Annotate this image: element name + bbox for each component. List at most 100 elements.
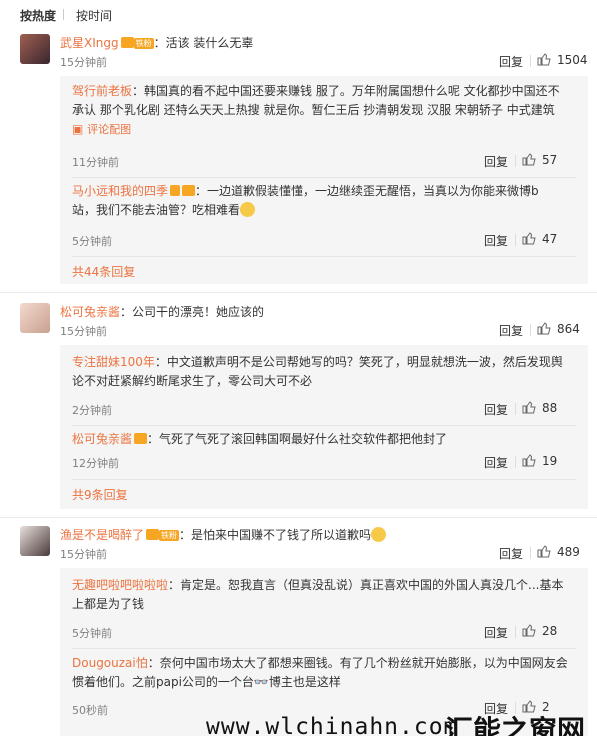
reply-item: 驾行前老板：韩国真的看不起中国还要来赚钱 服了。万年附属国想什么呢 文化都抄中国… bbox=[72, 82, 572, 139]
reply-button[interactable]: 回复 bbox=[484, 232, 508, 249]
image-icon: ▣ bbox=[72, 122, 88, 136]
reply-text: ：气死了气死了滚回韩国啊最好什么社交软件都把他封了 bbox=[147, 432, 448, 446]
avatar[interactable] bbox=[20, 34, 50, 64]
reply-item: 松可兔亲酱 ：气死了气死了滚回韩国啊最好什么社交软件都把他封了 bbox=[72, 430, 572, 449]
reply-separator bbox=[72, 479, 576, 480]
reply-time: 50秒前 bbox=[72, 704, 108, 717]
comment-text: ：是怕来中国赚不了钱了所以道歉吗 bbox=[179, 528, 372, 542]
reply-box: 驾行前老板：韩国真的看不起中国还要来赚钱 服了。万年附属国想什么呢 文化都抄中国… bbox=[60, 76, 588, 284]
thumb-up-icon bbox=[537, 53, 551, 66]
reply-username[interactable]: 马小远和我的四季 bbox=[72, 184, 168, 198]
vip-icon bbox=[182, 185, 196, 196]
comment-separator bbox=[0, 292, 597, 293]
vip-icon bbox=[120, 37, 134, 48]
image-link[interactable]: 评论配图 bbox=[87, 123, 131, 136]
like-button[interactable]: 28 bbox=[522, 624, 572, 638]
more-replies-link[interactable]: 共44条回复 bbox=[72, 263, 135, 280]
reply-text: ：一边道歉假装懂懂，一边继续歪无醒悟，当真以为你能来微博b bbox=[195, 184, 539, 198]
reply-separator bbox=[72, 648, 576, 649]
reply-button[interactable]: 回复 bbox=[484, 153, 508, 170]
like-button[interactable]: 864 bbox=[537, 322, 587, 336]
comment-time: 15分钟前 bbox=[60, 325, 107, 338]
more-replies-link[interactable]: 共9条回复 bbox=[72, 486, 128, 503]
avatar[interactable] bbox=[20, 303, 50, 333]
action-divider bbox=[515, 456, 516, 468]
like-button[interactable]: 1504 bbox=[537, 53, 588, 67]
reply-username[interactable]: Dougouzai怕 bbox=[72, 656, 148, 670]
comment-time: 15分钟前 bbox=[60, 548, 107, 561]
comment-time: 15分钟前 bbox=[60, 56, 107, 69]
like-button[interactable]: 57 bbox=[522, 153, 572, 167]
reply-text: ：中文道歉声明不是公司帮她写的吗？笑死了，明显就想洗一波，然后发现舆 bbox=[154, 355, 563, 369]
action-divider bbox=[515, 234, 516, 246]
fan-badge: 铁粉 bbox=[159, 530, 180, 541]
action-divider bbox=[530, 55, 531, 67]
reply-button[interactable]: 回复 bbox=[499, 545, 523, 562]
reply-button[interactable]: 回复 bbox=[499, 53, 523, 70]
reply-time: 5分钟前 bbox=[72, 627, 112, 640]
like-count: 28 bbox=[542, 624, 558, 638]
action-divider bbox=[515, 626, 516, 638]
thumb-up-icon bbox=[522, 232, 536, 245]
reply-button[interactable]: 回复 bbox=[499, 322, 523, 339]
like-count: 489 bbox=[557, 545, 580, 559]
action-divider bbox=[515, 403, 516, 415]
comment-username[interactable]: 武星XIngg bbox=[60, 36, 119, 50]
action-divider bbox=[515, 155, 516, 167]
like-count: 88 bbox=[542, 401, 558, 415]
comment-username[interactable]: 渔是不是喝醉了 bbox=[60, 528, 144, 542]
like-count: 47 bbox=[542, 232, 558, 246]
action-divider bbox=[530, 324, 531, 336]
watermark-url: www.wlchinahn.com bbox=[206, 714, 459, 736]
thumb-up-icon bbox=[537, 545, 551, 558]
thumb-up-icon bbox=[522, 624, 536, 637]
reply-button[interactable]: 回复 bbox=[484, 401, 508, 418]
comment-text: ：公司干的漂亮！她应该的 bbox=[120, 305, 265, 319]
like-count: 19 bbox=[542, 454, 558, 468]
reply-time: 12分钟前 bbox=[72, 457, 119, 470]
reply-item: 无趣吧啦吧啦啦啦：肯定是。恕我直言（但真没乱说）真正喜欢中国的外国人真没几个..… bbox=[72, 576, 572, 614]
like-count: 1504 bbox=[557, 53, 588, 67]
reply-username[interactable]: 无趣吧啦吧啦啦啦 bbox=[72, 578, 168, 592]
reply-time: 5分钟前 bbox=[72, 235, 112, 248]
reply-text: ：韩国真的看不起中国还要来赚钱 服了。万年附属国想什么呢 文化都抄中国还不 bbox=[132, 84, 560, 98]
reply-item: Dougouzai怕：奈何中国市场太大了都想来圈钱。有了几个粉丝就开始膨胀，以为… bbox=[72, 654, 572, 692]
like-count: 57 bbox=[542, 153, 558, 167]
thumb-up-icon bbox=[522, 153, 536, 166]
vip-icon bbox=[134, 433, 148, 444]
reply-time: 11分钟前 bbox=[72, 156, 119, 169]
action-divider bbox=[530, 547, 531, 559]
reply-text: ：奈何中国市场太大了都想来圈钱。有了几个粉丝就开始膨胀，以为中国网友会 bbox=[147, 656, 568, 670]
like-button[interactable]: 489 bbox=[537, 545, 587, 559]
reply-text-cont: 承认 那个乳化剧 还特么天天上热搜 就是你。暂仁王后 抄清朝发现 汉服 宋朝轿子… bbox=[72, 103, 555, 117]
comment-separator bbox=[0, 517, 597, 518]
reply-text-cont: 上都是为了钱 bbox=[72, 597, 145, 611]
sort-bar: 按热度 按时间 bbox=[0, 0, 597, 28]
reply-text: ：肯定是。恕我直言（但真没乱说）真正喜欢中国的外国人真没几个...基本 bbox=[168, 578, 564, 592]
grin-emoji-icon bbox=[240, 202, 256, 217]
comment-text: ：活该 装什么无辜 bbox=[153, 36, 254, 50]
reply-time: 2分钟前 bbox=[72, 404, 112, 417]
avatar[interactable] bbox=[20, 526, 50, 556]
reply-button[interactable]: 回复 bbox=[484, 454, 508, 471]
thumb-up-icon bbox=[522, 454, 536, 467]
like-button[interactable]: 19 bbox=[522, 454, 572, 468]
sort-divider bbox=[63, 9, 64, 20]
reply-text-cont: 论不对赶紧解约断尾求生了，零公司大可不必 bbox=[72, 374, 313, 388]
reply-username[interactable]: 驾行前老板 bbox=[72, 84, 132, 98]
reply-button[interactable]: 回复 bbox=[484, 624, 508, 641]
like-button[interactable]: 88 bbox=[522, 401, 572, 415]
like-button[interactable]: 47 bbox=[522, 232, 572, 246]
comment-username[interactable]: 松可兔亲酱 bbox=[60, 305, 120, 319]
reply-username[interactable]: 松可兔亲酱 bbox=[72, 432, 132, 446]
reply-separator bbox=[72, 177, 576, 178]
sad-emoji-icon bbox=[371, 527, 387, 542]
verified-v-icon bbox=[170, 185, 181, 196]
sort-by-time-tab[interactable]: 按时间 bbox=[76, 7, 112, 24]
thumb-up-icon bbox=[537, 322, 551, 335]
reply-username[interactable]: 专注甜妹100年 bbox=[72, 355, 155, 369]
sort-by-hot-tab[interactable]: 按热度 bbox=[20, 7, 56, 24]
thumb-up-icon bbox=[522, 401, 536, 414]
watermark-site-name: 汇能之窗网 bbox=[445, 714, 586, 736]
fan-badge: 铁粉 bbox=[133, 38, 154, 49]
